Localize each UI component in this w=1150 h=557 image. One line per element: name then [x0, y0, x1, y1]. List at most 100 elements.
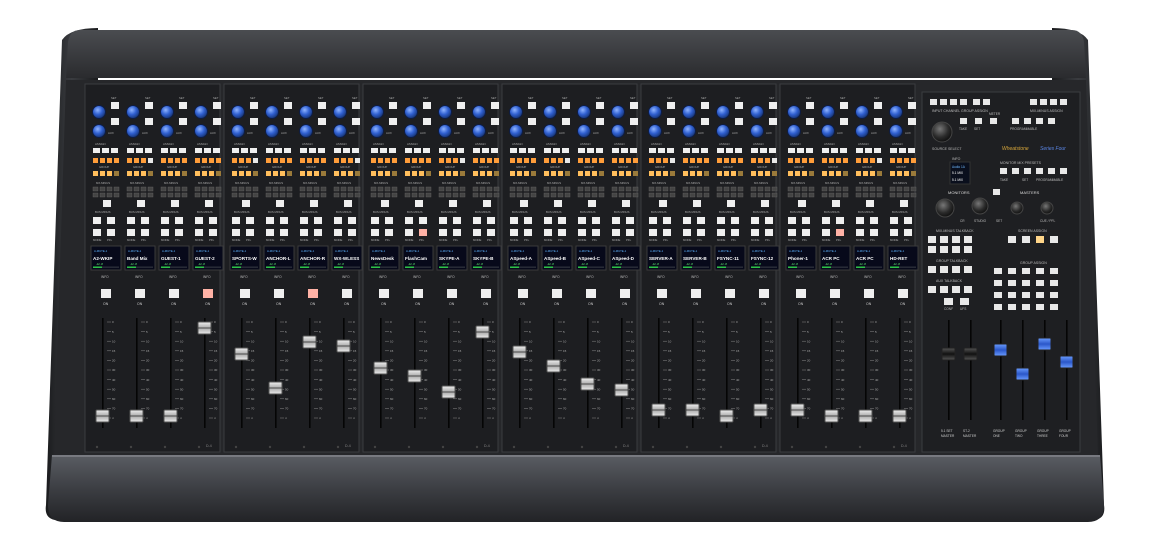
mix-minus-button[interactable] [205, 200, 213, 207]
aux-level-knob[interactable] [611, 105, 625, 119]
mode-button[interactable] [544, 229, 552, 236]
aux-level-knob[interactable] [231, 105, 245, 119]
bus-minus-button[interactable] [300, 217, 308, 224]
pan-knob[interactable] [404, 124, 418, 138]
bus-minus-button[interactable] [371, 217, 379, 224]
aux-button[interactable] [667, 118, 675, 125]
pan-knob[interactable] [194, 124, 208, 138]
aux-level-knob[interactable] [472, 105, 486, 119]
pan-knob[interactable] [265, 124, 279, 138]
group-assign-button[interactable] [266, 158, 271, 163]
on-button[interactable] [586, 289, 596, 298]
set-button[interactable] [667, 102, 675, 109]
mix-minus-button[interactable] [832, 200, 840, 207]
group-assign-button[interactable] [114, 158, 119, 163]
mix-minus-button[interactable] [622, 200, 630, 207]
group-assign-button[interactable] [385, 158, 390, 163]
aux-button[interactable] [769, 118, 777, 125]
group-assign-button[interactable] [599, 158, 604, 163]
mode-button[interactable] [127, 229, 135, 236]
mix-minus-button[interactable] [483, 200, 491, 207]
set-button[interactable] [250, 102, 258, 109]
group-assign-button[interactable] [717, 158, 722, 163]
aux-button[interactable] [179, 118, 187, 125]
bus-minus-button[interactable] [697, 217, 705, 224]
mode-button[interactable] [161, 229, 169, 236]
group-assign-button[interactable] [202, 158, 207, 163]
assign-button[interactable] [213, 148, 220, 153]
group-assign-button[interactable] [551, 158, 556, 163]
group-assign-button[interactable] [578, 158, 583, 163]
pfl-button[interactable] [765, 229, 773, 236]
group-assign-button[interactable] [517, 158, 522, 163]
aux-level-knob[interactable] [889, 105, 903, 119]
pfl-button[interactable] [870, 229, 878, 236]
assign-button[interactable] [899, 148, 906, 153]
aux-button[interactable] [352, 118, 360, 125]
pfl-button[interactable] [453, 229, 461, 236]
bus-minus-button[interactable] [802, 217, 810, 224]
group-assign-button[interactable] [772, 158, 777, 163]
bus-minus-button[interactable] [612, 217, 620, 224]
pfl-button[interactable] [246, 229, 254, 236]
assign-button[interactable] [343, 148, 350, 153]
group-assign-button[interactable] [287, 158, 292, 163]
bus-minus-button[interactable] [93, 217, 101, 224]
aux-button[interactable] [284, 118, 292, 125]
assign-button[interactable] [553, 148, 560, 153]
group-assign-button[interactable] [683, 158, 688, 163]
group-assign-button[interactable] [392, 158, 397, 163]
group-assign-button[interactable] [524, 158, 529, 163]
group-assign-button[interactable] [141, 158, 146, 163]
pan-knob[interactable] [438, 124, 452, 138]
mix-minus-button[interactable] [415, 200, 423, 207]
pfl-button[interactable] [487, 229, 495, 236]
group-assign-button[interactable] [531, 158, 536, 163]
aux-level-knob[interactable] [438, 105, 452, 119]
aux-level-knob[interactable] [750, 105, 764, 119]
bus-minus-button[interactable] [510, 217, 518, 224]
set-button[interactable] [145, 102, 153, 109]
assign-button[interactable] [423, 148, 430, 153]
aux-button[interactable] [701, 118, 709, 125]
group-assign-button[interactable] [419, 158, 424, 163]
group-assign-button[interactable] [738, 158, 743, 163]
on-button[interactable] [413, 289, 423, 298]
group-assign-button[interactable] [371, 158, 376, 163]
assign-button[interactable] [136, 148, 143, 153]
group-assign-button[interactable] [148, 158, 153, 163]
bus-minus-button[interactable] [731, 217, 739, 224]
mode-button[interactable] [788, 229, 796, 236]
pfl-button[interactable] [141, 229, 149, 236]
mode-button[interactable] [371, 229, 379, 236]
assign-button[interactable] [510, 148, 517, 153]
set-button[interactable] [284, 102, 292, 109]
group-assign-button[interactable] [626, 158, 631, 163]
group-assign-button[interactable] [446, 158, 451, 163]
group-assign-button[interactable] [585, 158, 590, 163]
group-assign-button[interactable] [751, 158, 756, 163]
mode-button[interactable] [439, 229, 447, 236]
pfl-button[interactable] [697, 229, 705, 236]
assign-button[interactable] [482, 148, 489, 153]
master-fader[interactable] [1059, 355, 1074, 369]
group-assign-button[interactable] [161, 158, 166, 163]
aux-button[interactable] [389, 118, 397, 125]
pan-knob[interactable] [509, 124, 523, 138]
bus-minus-button[interactable] [439, 217, 447, 224]
mix-minus-button[interactable] [866, 200, 874, 207]
pfl-button[interactable] [626, 229, 634, 236]
set-button[interactable] [491, 102, 499, 109]
mode-button[interactable] [890, 229, 898, 236]
bus-minus-button[interactable] [544, 217, 552, 224]
set-button[interactable] [213, 102, 221, 109]
assign-button[interactable] [414, 148, 421, 153]
bus-minus-button[interactable] [334, 217, 342, 224]
master-fader[interactable] [941, 347, 956, 361]
pfl-button[interactable] [558, 229, 566, 236]
group-assign-button[interactable] [890, 158, 895, 163]
assign-button[interactable] [717, 148, 724, 153]
assign-button[interactable] [760, 148, 767, 153]
mode-button[interactable] [612, 229, 620, 236]
pan-knob[interactable] [787, 124, 801, 138]
